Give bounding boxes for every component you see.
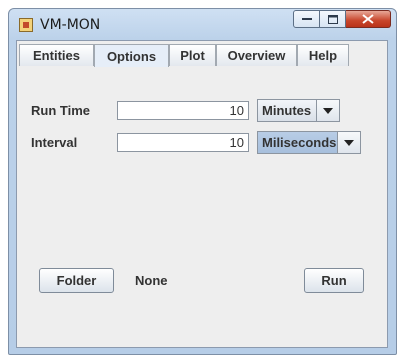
interval-label: Interval bbox=[31, 135, 78, 150]
close-button[interactable] bbox=[346, 10, 391, 28]
interval-unit-value: Miliseconds bbox=[262, 135, 337, 150]
maximize-icon bbox=[327, 14, 338, 24]
tab-options[interactable]: Options bbox=[94, 44, 169, 67]
chevron-down-icon[interactable] bbox=[337, 132, 360, 153]
title-bar[interactable]: VM-MON bbox=[9, 9, 396, 40]
tab-entities[interactable]: Entities bbox=[19, 44, 94, 66]
run-time-input[interactable]: 10 bbox=[117, 101, 249, 120]
interval-input[interactable]: 10 bbox=[117, 133, 249, 152]
tab-overview[interactable]: Overview bbox=[216, 44, 297, 66]
window-controls bbox=[293, 10, 391, 30]
minimize-button[interactable] bbox=[293, 10, 320, 28]
run-time-unit-value: Minutes bbox=[262, 103, 312, 118]
options-panel: Run Time 10 Minutes Interval 10 Miliseco… bbox=[19, 66, 385, 345]
tab-plot[interactable]: Plot bbox=[169, 44, 216, 66]
run-button[interactable]: Run bbox=[304, 268, 364, 293]
java-app-icon bbox=[19, 18, 33, 32]
app-window: VM-MON Entities Options Plot Overview He… bbox=[8, 8, 397, 355]
interval-unit-select[interactable]: Miliseconds bbox=[257, 131, 361, 154]
window-title: VM-MON bbox=[40, 17, 101, 33]
run-time-unit-select[interactable]: Minutes bbox=[257, 99, 340, 122]
run-time-label: Run Time bbox=[31, 103, 90, 118]
minimize-icon bbox=[301, 18, 312, 20]
folder-path-value: None bbox=[135, 273, 168, 288]
chevron-down-icon[interactable] bbox=[316, 100, 339, 121]
client-area: Entities Options Plot Overview Help Run … bbox=[16, 40, 388, 348]
tab-help[interactable]: Help bbox=[297, 44, 349, 66]
maximize-button[interactable] bbox=[320, 10, 346, 28]
folder-button[interactable]: Folder bbox=[39, 268, 114, 293]
close-icon bbox=[362, 14, 374, 24]
